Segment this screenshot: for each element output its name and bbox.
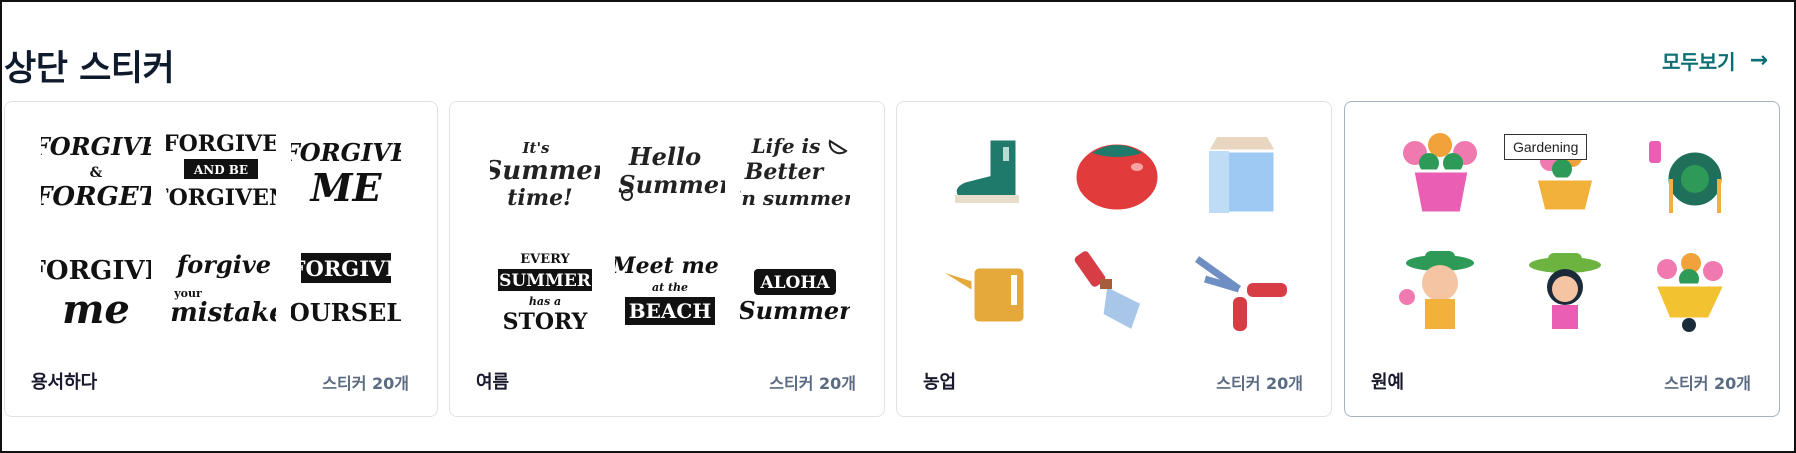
svg-text:FORGIVE: FORGIVE [166,131,276,157]
sticker-forgive-forget: FORGIVE & FORGET [41,122,151,222]
svg-text:time!: time! [507,185,572,211]
pack-sticker-count: 스티커 20개 [1664,374,1751,393]
milk-carton-icon [1187,122,1297,222]
sticker-preview-grid: It's Summer time! Hello Summer Life is B… [450,102,884,342]
sticker-pack-card-forgive[interactable]: FORGIVE & FORGET FORGIVE AND BE FORGIVEN… [4,101,438,417]
svg-text:AND BE: AND BE [193,163,248,177]
svg-text:ALOHA: ALOHA [759,273,830,293]
svg-text:has a: has a [529,295,561,308]
svg-text:Better: Better [744,159,825,185]
svg-text:Summer: Summer [490,156,600,186]
arrow-right-icon: → [1749,48,1768,73]
sticker-its-summer-time: It's Summer time! [490,122,600,222]
svg-text:ME: ME [308,165,382,210]
sticker-life-is-better-in-summer: Life is Better in summer [740,122,850,222]
sticker-hello-summer: Hello Summer [615,122,725,222]
sticker-forgive-yourself: FORGIVE YOURSELF [291,240,401,340]
pack-tooltip: Gardening [1504,134,1588,160]
svg-text:forgive: forgive [175,250,271,279]
sticker-preview-grid: FORGIVE & FORGET FORGIVE AND BE FORGIVEN… [5,102,437,342]
svg-text:mistake: mistake [170,298,276,328]
svg-text:SUMMER: SUMMER [499,271,592,291]
sticker-pack-card-farming[interactable]: 농업 스티커 20개 [896,101,1332,417]
sticker-forgive-and-be-forgiven: FORGIVE AND BE FORGIVEN [166,122,276,222]
hose-reel-icon [1635,122,1745,222]
svg-text:FORGIVE: FORGIVE [291,138,401,167]
pack-sticker-count: 스티커 20개 [769,374,856,393]
svg-text:&: & [90,165,103,181]
svg-text:FORGIVE: FORGIVE [291,256,401,281]
pack-name: 용서하다 [31,372,98,393]
gardener-man-icon [1385,240,1495,340]
trowel-icon [1062,240,1172,340]
svg-text:EVERY: EVERY [520,252,570,267]
pack-name: 농업 [923,372,957,393]
svg-text:Life is: Life is [751,134,821,158]
sticker-forgive-me-script: FORGIVE me [41,240,151,340]
svg-text:Summer: Summer [618,170,725,199]
section-title: 상단 스티커 [4,49,175,89]
sticker-forgive-me: FORGIVE ME [291,122,401,222]
pack-name: 원예 [1371,372,1405,393]
sticker-forgive-your-mistake: forgive your mistake [166,240,276,340]
svg-text:BEACH: BEACH [629,299,711,323]
svg-text:in summer: in summer [740,186,850,210]
section-header: 상단 스티커 모두보기 → [2,36,1796,89]
svg-text:at the: at the [652,281,688,294]
svg-text:FORGIVE: FORGIVE [41,256,151,286]
svg-text:STORY: STORY [503,309,588,335]
svg-text:me: me [62,286,130,333]
sticker-preview-grid [897,102,1331,342]
sticker-pack-card-summer[interactable]: It's Summer time! Hello Summer Life is B… [449,101,885,417]
sticker-text: FORGIVE [41,132,151,161]
pack-sticker-count: 스티커 20개 [322,374,409,393]
pack-name: 여름 [476,372,510,393]
svg-text:FORGET: FORGET [41,182,151,212]
pruning-shears-icon [1187,240,1297,340]
see-all-link[interactable]: 모두보기 → [1662,46,1768,75]
svg-text:Meet me: Meet me [615,253,719,279]
flower-wheelbarrow-icon [1635,240,1745,340]
svg-text:Summer: Summer [740,296,850,325]
svg-text:It's: It's [522,139,551,157]
sticker-every-summer-has-a-story: EVERY SUMMER has a STORY [490,240,600,340]
see-all-label: 모두보기 [1661,50,1736,74]
svg-text:FORGIVEN: FORGIVEN [166,185,276,211]
svg-text:Hello: Hello [628,142,701,171]
flower-pot-icon [1385,122,1495,222]
sticker-aloha-summer: ALOHA Summer [740,240,850,340]
boot-icon [937,122,1047,222]
sticker-meet-me-at-the-beach: Meet me at the BEACH [615,240,725,340]
pack-sticker-count: 스티커 20개 [1216,374,1303,393]
svg-text:YOURSELF: YOURSELF [291,298,401,327]
watering-can-icon [937,240,1047,340]
gardener-woman-icon [1510,240,1620,340]
tomato-icon [1062,122,1172,222]
